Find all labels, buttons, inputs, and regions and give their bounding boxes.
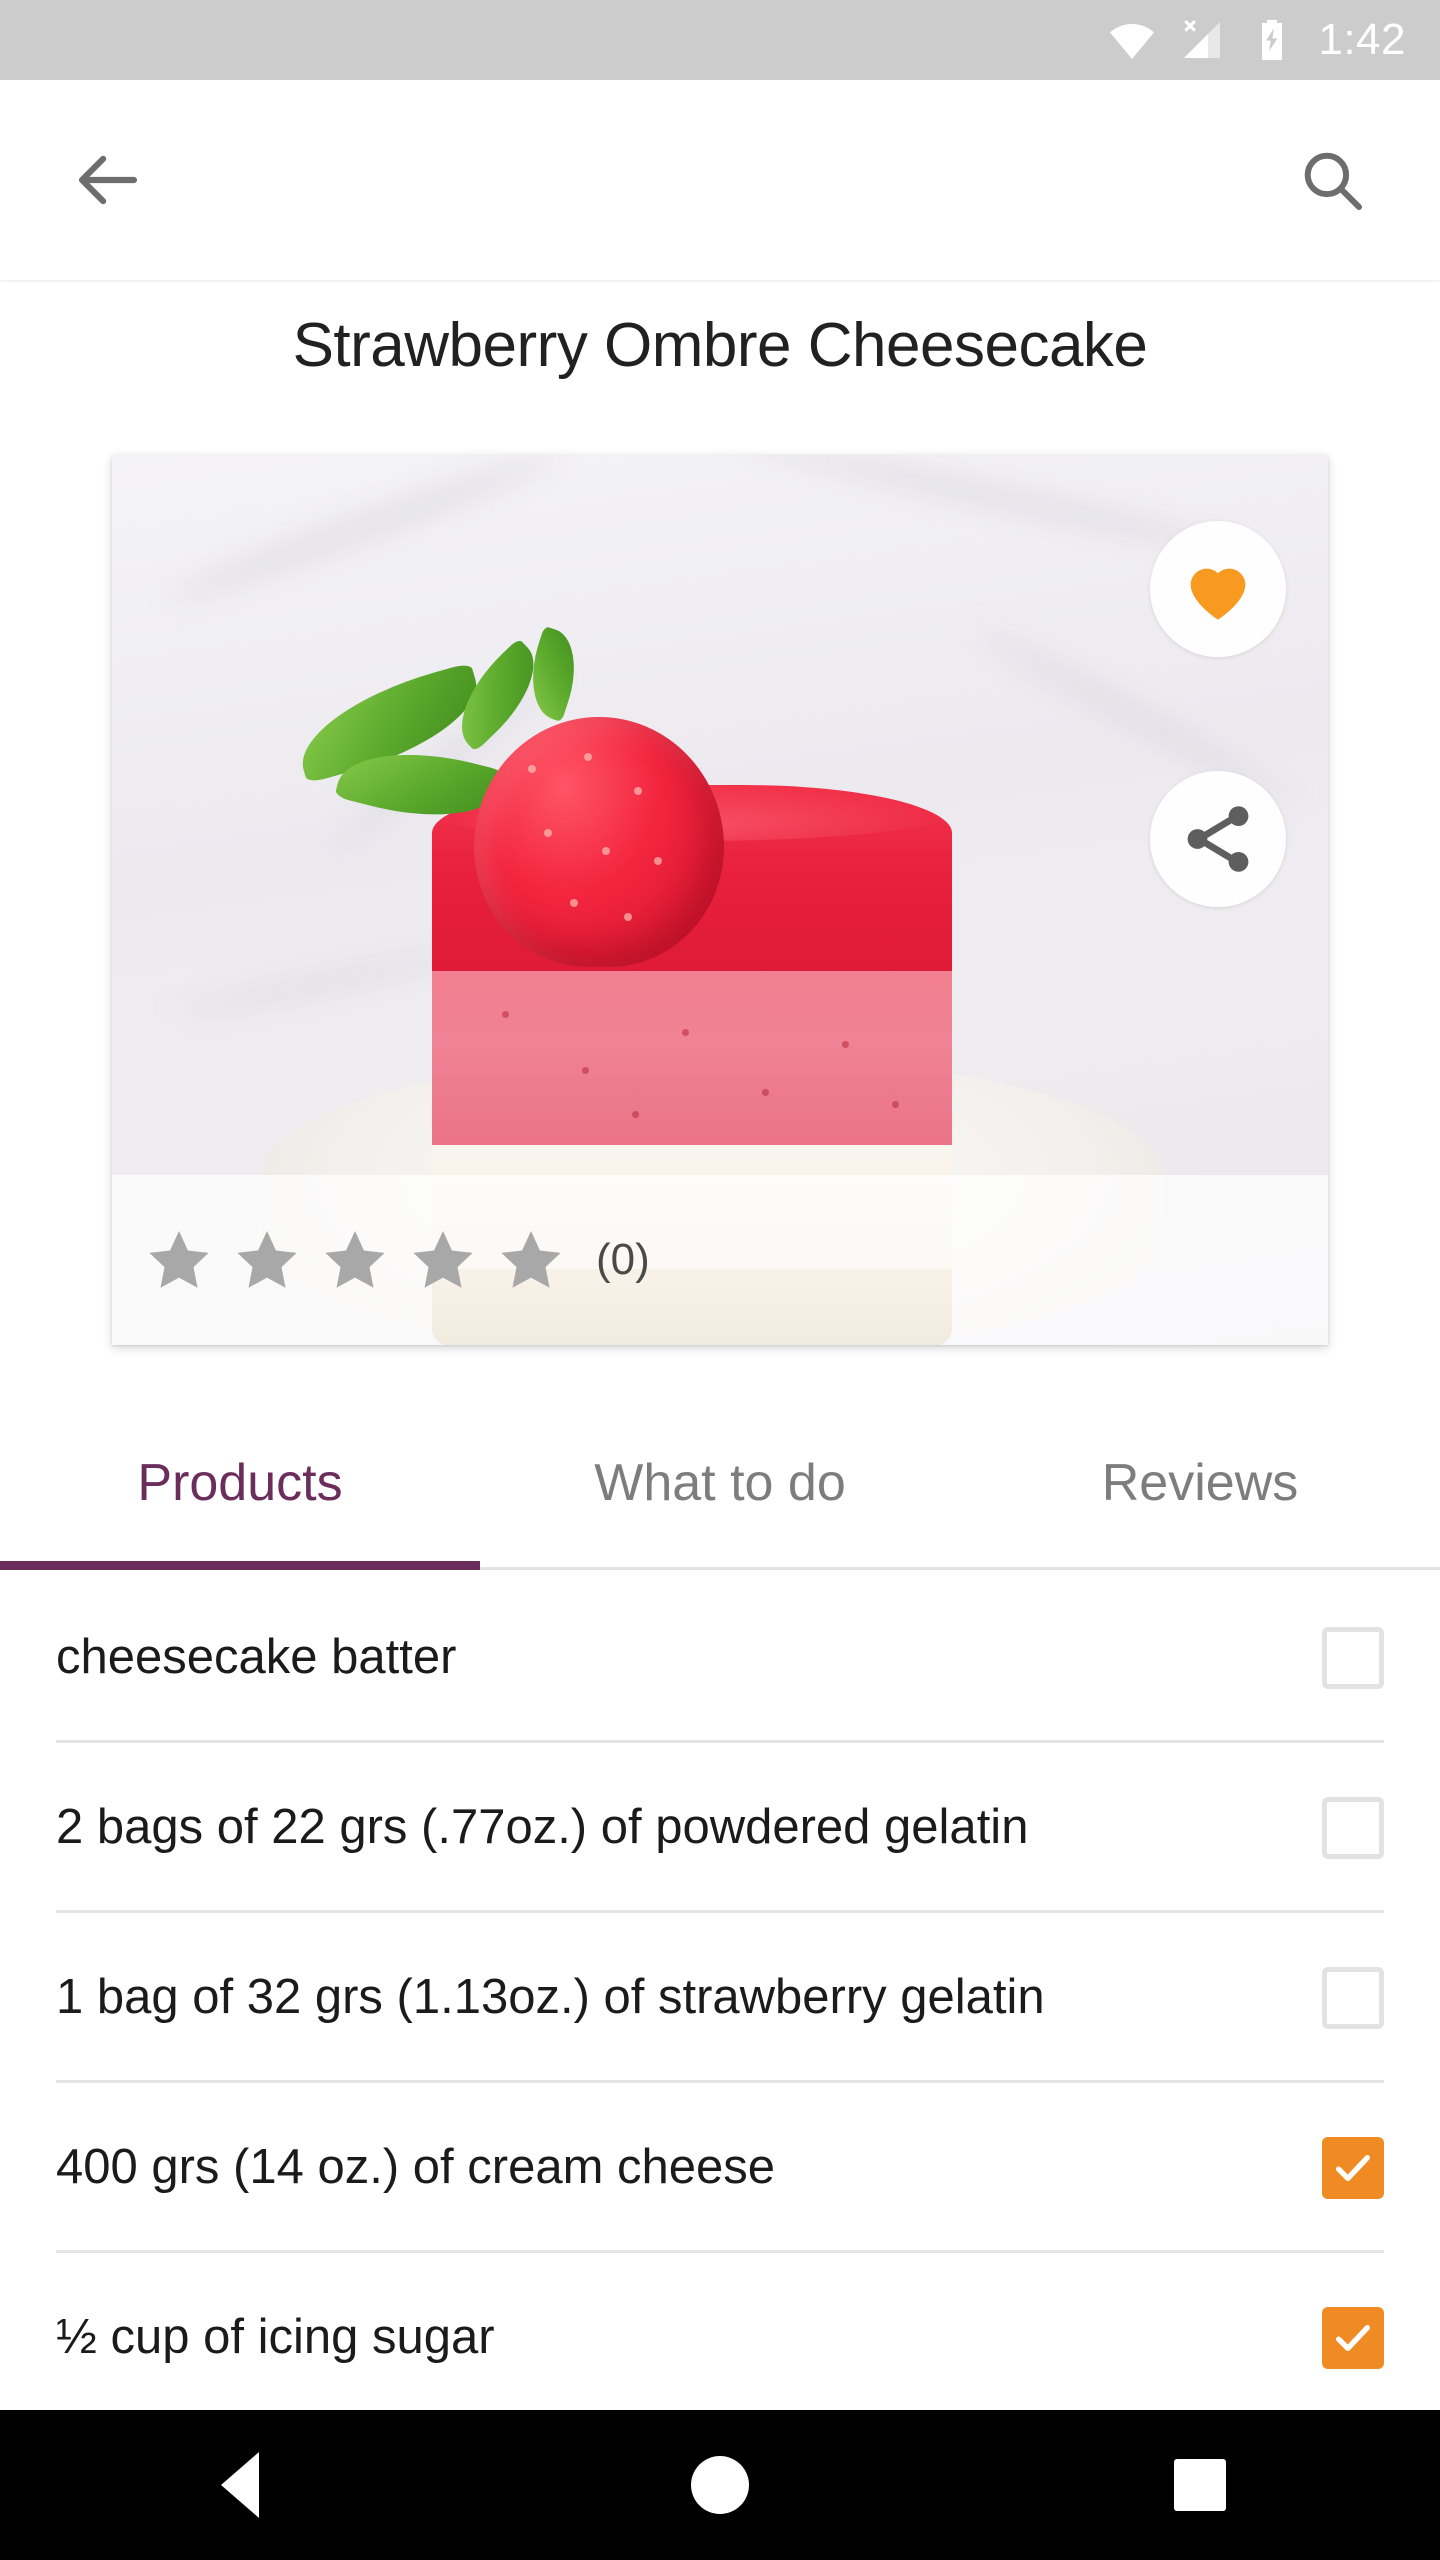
back-arrow-icon — [78, 155, 138, 205]
nav-back-button[interactable] — [165, 2410, 315, 2560]
back-button[interactable] — [62, 134, 154, 226]
ingredient-label: 1 bag of 32 grs (1.13oz.) of strawberry … — [56, 1970, 1045, 2025]
tab-what-to-do[interactable]: What to do — [480, 1398, 960, 1567]
ingredient-checkbox[interactable] — [1322, 2137, 1384, 2199]
ingredient-checkbox[interactable] — [1322, 1627, 1384, 1689]
tab-label: What to do — [594, 1453, 846, 1512]
strawberry-shape — [474, 717, 724, 967]
check-icon — [1335, 2154, 1371, 2182]
tab-label: Products — [137, 1453, 343, 1512]
star-icon[interactable] — [230, 1223, 304, 1297]
rating-count: (0) — [596, 1235, 650, 1284]
tab-reviews[interactable]: Reviews — [960, 1398, 1440, 1567]
app-screen: 1:42 Strawberry Ombre Cheesecake (0) Pro… — [0, 0, 1440, 2560]
check-icon — [1335, 2324, 1371, 2352]
tab-label: Reviews — [1101, 1453, 1299, 1512]
triangle-back-icon — [221, 2452, 259, 2518]
list-item[interactable]: cheesecake batter — [0, 1573, 1440, 1743]
recipe-image-card[interactable]: (0) — [112, 455, 1328, 1345]
tab-bar: Products What to do Reviews — [0, 1398, 1440, 1570]
heart-icon — [1190, 568, 1246, 620]
star-icon[interactable] — [142, 1223, 216, 1297]
share-icon — [1187, 806, 1249, 872]
page-title: Strawberry Ombre Cheesecake — [292, 311, 1148, 380]
list-item[interactable]: ½ cup of icing sugar — [0, 2253, 1440, 2423]
ingredient-label: cheesecake batter — [56, 1630, 457, 1685]
star-icon[interactable] — [406, 1223, 480, 1297]
square-recents-icon — [1174, 2459, 1226, 2511]
star-icon[interactable] — [318, 1223, 392, 1297]
status-bar-clock: 1:42 — [1318, 15, 1406, 64]
star-icon[interactable] — [494, 1223, 568, 1297]
ingredient-label: 2 bags of 22 grs (.77oz.) of powdered ge… — [56, 1800, 1029, 1855]
recipe-photo: (0) — [112, 455, 1328, 1345]
search-button[interactable] — [1286, 134, 1378, 226]
share-button[interactable] — [1150, 771, 1286, 907]
tab-products[interactable]: Products — [0, 1398, 480, 1570]
circle-home-icon — [691, 2456, 749, 2514]
status-bar: 1:42 — [0, 0, 1440, 80]
list-item[interactable]: 1 bag of 32 grs (1.13oz.) of strawberry … — [0, 1913, 1440, 2083]
ingredient-checkbox[interactable] — [1322, 1797, 1384, 1859]
list-item[interactable]: 400 grs (14 oz.) of cream cheese — [0, 2083, 1440, 2253]
app-bar — [0, 80, 1440, 280]
rating-bar[interactable]: (0) — [112, 1175, 1328, 1345]
ingredient-checkbox[interactable] — [1322, 1967, 1384, 2029]
nav-recents-button[interactable] — [1125, 2410, 1275, 2560]
ingredient-label: 400 grs (14 oz.) of cream cheese — [56, 2140, 776, 2195]
ingredient-label: ½ cup of icing sugar — [56, 2310, 495, 2365]
battery-charging-icon — [1262, 20, 1283, 60]
ingredient-list: cheesecake batter 2 bags of 22 grs (.77o… — [0, 1573, 1440, 2423]
nav-home-button[interactable] — [645, 2410, 795, 2560]
favorite-button[interactable] — [1150, 521, 1286, 657]
cellular-no-sim-icon — [1184, 20, 1221, 58]
android-nav-bar — [0, 2410, 1440, 2560]
wifi-icon — [1110, 24, 1155, 59]
list-item[interactable]: 2 bags of 22 grs (.77oz.) of powdered ge… — [0, 1743, 1440, 1913]
ingredient-checkbox[interactable] — [1322, 2307, 1384, 2369]
search-icon — [1304, 152, 1362, 210]
